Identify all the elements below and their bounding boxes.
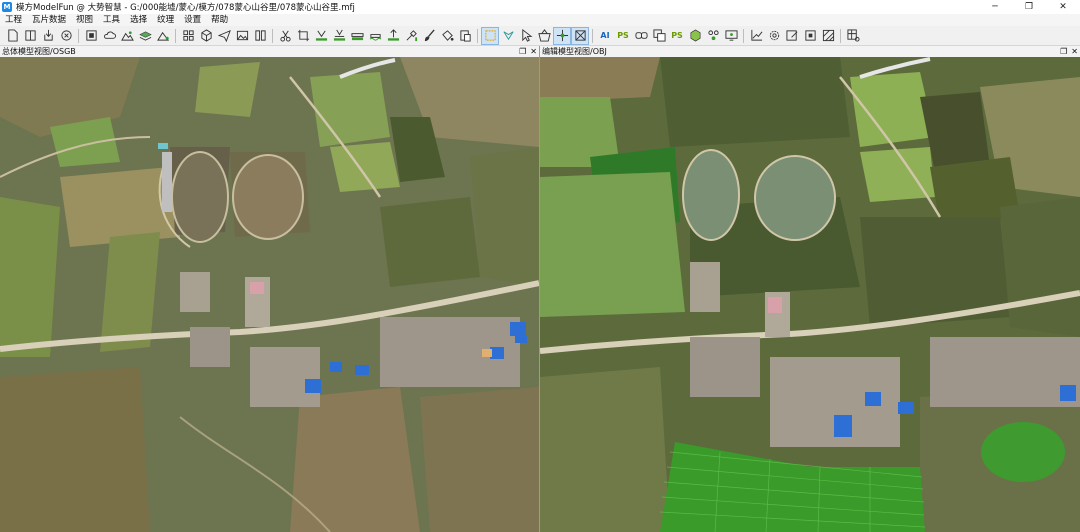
menu-select[interactable]: 选择 xyxy=(125,14,152,26)
pane-close-button[interactable]: ✕ xyxy=(530,46,537,57)
pane-close-button[interactable]: ✕ xyxy=(1071,46,1078,57)
pane-restore-button[interactable]: ❐ xyxy=(1060,46,1067,57)
aerial-scene-osgb[interactable] xyxy=(0,57,539,532)
cross-icon[interactable] xyxy=(553,26,571,45)
layers-icon[interactable] xyxy=(136,27,154,45)
toolbar-separator xyxy=(592,28,593,43)
main-toolbar: AI PS PS xyxy=(0,26,1080,46)
cursor-icon[interactable] xyxy=(517,27,535,45)
menu-help[interactable]: 帮助 xyxy=(206,14,233,26)
menu-settings[interactable]: 设置 xyxy=(179,14,206,26)
toolbar-separator xyxy=(175,28,176,43)
minimize-button[interactable]: ─ xyxy=(978,0,1012,14)
maximize-button[interactable]: ❐ xyxy=(1012,0,1046,14)
cube-icon[interactable] xyxy=(197,27,215,45)
close-circle-icon[interactable] xyxy=(57,27,75,45)
plane-icon[interactable] xyxy=(215,27,233,45)
basket-icon[interactable] xyxy=(535,27,553,45)
ai-text-icon[interactable]: AI xyxy=(596,27,614,45)
gear-icon[interactable] xyxy=(765,27,783,45)
flatten-icon[interactable] xyxy=(312,27,330,45)
app-logo-icon: M xyxy=(2,2,12,12)
toolbar-separator xyxy=(743,28,744,43)
menu-project[interactable]: 工程 xyxy=(0,14,27,26)
new-file-icon[interactable] xyxy=(3,27,21,45)
paste-icon[interactable] xyxy=(456,27,474,45)
mountain-icon[interactable] xyxy=(154,27,172,45)
crop-icon[interactable] xyxy=(294,27,312,45)
split-view-icon[interactable] xyxy=(21,27,39,45)
image-icon[interactable] xyxy=(233,27,251,45)
menu-bar: 工程 瓦片数据 视图 工具 选择 纹理 设置 帮助 xyxy=(0,14,1080,26)
menu-tools[interactable]: 工具 xyxy=(98,14,125,26)
cloud-icon[interactable] xyxy=(100,27,118,45)
pane-restore-button[interactable]: ❐ xyxy=(519,46,526,57)
toolbar-separator xyxy=(78,28,79,43)
window-controls: ─ ❐ ✕ xyxy=(978,0,1080,14)
monitor-icon[interactable] xyxy=(722,27,740,45)
toolbar-separator xyxy=(840,28,841,43)
box-icon[interactable] xyxy=(686,27,704,45)
chart-icon[interactable] xyxy=(747,27,765,45)
brush-icon[interactable] xyxy=(420,27,438,45)
stop-icon[interactable] xyxy=(82,27,100,45)
pane-title: 编辑模型视图/OBJ xyxy=(542,47,607,56)
menu-tile-data[interactable]: 瓦片数据 xyxy=(27,14,71,26)
select-rect-icon[interactable] xyxy=(481,26,499,45)
terrain-icon[interactable] xyxy=(118,27,136,45)
menu-view[interactable]: 视图 xyxy=(71,14,98,26)
menu-texture[interactable]: 纹理 xyxy=(152,14,179,26)
close-button[interactable]: ✕ xyxy=(1046,0,1080,14)
pane-controls: ❐ ✕ xyxy=(519,46,537,57)
table-settings-icon[interactable] xyxy=(844,27,862,45)
edit-icon[interactable] xyxy=(783,27,801,45)
frame-icon[interactable] xyxy=(801,27,819,45)
toolbar-separator xyxy=(477,28,478,43)
title-bar: M 模方ModelFun @ 大势智慧 - G:/000能墟/蒙心/模方/078… xyxy=(0,0,1080,15)
height-icon[interactable] xyxy=(384,27,402,45)
scissors-icon[interactable] xyxy=(276,27,294,45)
link-icon[interactable] xyxy=(632,27,650,45)
overall-model-view[interactable]: 总体模型视图/OSGB ❐ ✕ xyxy=(0,46,539,532)
ps-alt-icon[interactable]: PS xyxy=(668,27,686,45)
pane-title: 总体模型视图/OSGB xyxy=(2,47,76,56)
pane-controls: ❐ ✕ xyxy=(1060,46,1078,57)
copy-icon[interactable] xyxy=(650,27,668,45)
bridge-icon[interactable] xyxy=(348,27,366,45)
water-icon[interactable] xyxy=(366,27,384,45)
ps-icon[interactable]: PS xyxy=(614,27,632,45)
select-poly-icon[interactable] xyxy=(499,27,517,45)
nodes-icon[interactable] xyxy=(704,27,722,45)
window-title: 模方ModelFun @ 大势智慧 - G:/000能墟/蒙心/模方/078蒙心… xyxy=(16,3,355,13)
grid-icon[interactable] xyxy=(179,27,197,45)
export-icon[interactable] xyxy=(39,27,57,45)
toolbar-separator xyxy=(272,28,273,43)
hatch-icon[interactable] xyxy=(819,27,837,45)
aerial-scene-obj[interactable] xyxy=(540,57,1080,532)
flatten-alt-icon[interactable] xyxy=(330,27,348,45)
fit-icon[interactable] xyxy=(571,26,589,45)
book-icon[interactable] xyxy=(251,27,269,45)
repair-icon[interactable] xyxy=(402,27,420,45)
edit-model-view[interactable]: 编辑模型视图/OBJ ❐ ✕ xyxy=(540,46,1080,532)
bucket-icon[interactable] xyxy=(438,27,456,45)
